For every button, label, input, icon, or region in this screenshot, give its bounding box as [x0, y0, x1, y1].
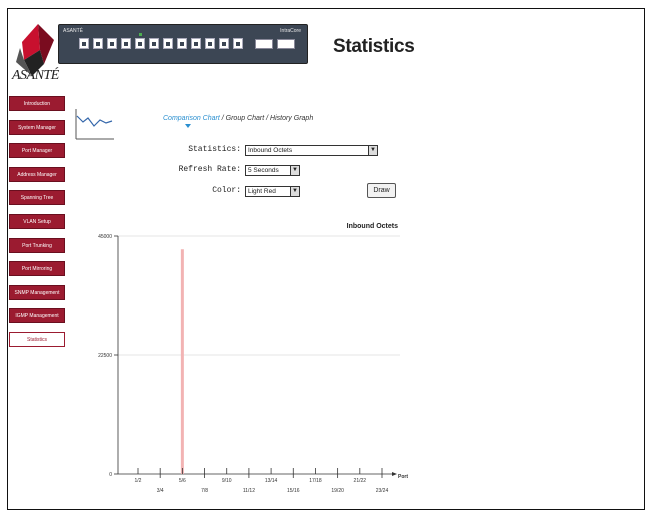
- switch-port: [233, 38, 243, 49]
- color-select[interactable]: Light Red ▼: [245, 186, 300, 197]
- uplink-port: [277, 39, 295, 49]
- sidebar-item-statistics[interactable]: Statistics: [9, 331, 65, 347]
- chevron-down-icon: ▼: [290, 166, 299, 175]
- sidebar-item-spanning-tree[interactable]: Spanning Tree: [9, 190, 65, 206]
- sidebar-item-vlan-setup[interactable]: VLAN Setup: [9, 213, 65, 229]
- switch-port: [93, 38, 103, 49]
- switch-port: [121, 38, 131, 49]
- uplink-port: [255, 39, 273, 49]
- switch-port: [177, 38, 187, 49]
- tab-history-graph[interactable]: History Graph: [270, 115, 313, 122]
- sidebar-nav: Introduction System Manager Port Manager Ad…: [9, 96, 67, 356]
- chevron-down-icon: ▼: [368, 146, 377, 155]
- sidebar-item-port-manager[interactable]: Port Manager: [9, 143, 65, 159]
- sidebar-item-system-manager[interactable]: System Manager: [9, 119, 65, 135]
- refresh-rate-select[interactable]: 5 Seconds ▼: [245, 165, 300, 176]
- logo-text: ASANTÉ: [12, 68, 59, 83]
- line-graph-icon[interactable]: [75, 108, 115, 140]
- switch-port: [219, 38, 229, 49]
- color-label: Color:: [212, 186, 241, 195]
- statistics-value: Inbound Octets: [248, 147, 293, 154]
- chevron-down-icon: ▼: [290, 187, 299, 196]
- port-led: [139, 33, 142, 36]
- tab-comparison-chart[interactable]: Comparison Chart: [163, 115, 220, 122]
- switch-brand: ASANTÉ: [63, 28, 84, 34]
- switch-port: [205, 38, 215, 49]
- switch-port: [149, 38, 159, 49]
- color-value: Light Red: [248, 188, 276, 195]
- page-title: Statistics: [333, 36, 415, 57]
- sidebar-item-address-manager[interactable]: Address Manager: [9, 166, 65, 182]
- switch-port: [163, 38, 173, 49]
- switch-port: [191, 38, 201, 49]
- switch-port: [107, 38, 117, 49]
- sidebar-item-introduction[interactable]: Introduction: [9, 96, 65, 111]
- refresh-label: Refresh Rate:: [178, 165, 241, 174]
- sidebar-item-igmp-management[interactable]: IGMP Management: [9, 308, 65, 324]
- chart-type-tabs: Comparison Chart / Group Chart / History…: [163, 115, 313, 122]
- tab-group-chart[interactable]: Group Chart: [226, 115, 265, 122]
- switch-model: IntraCore: [280, 28, 301, 34]
- switch-port: [79, 38, 89, 49]
- main-frame: [7, 8, 645, 510]
- statistics-select[interactable]: Inbound Octets ▼: [245, 145, 378, 156]
- switch-port: [135, 38, 145, 49]
- sidebar-item-port-mirroring[interactable]: Port Mirroring: [9, 261, 65, 277]
- refresh-value: 5 Seconds: [248, 167, 279, 174]
- draw-button[interactable]: Draw: [367, 183, 396, 198]
- active-tab-marker: [185, 124, 191, 128]
- sidebar-item-snmp-management[interactable]: SNMP Management: [9, 284, 65, 300]
- statistics-label: Statistics:: [188, 145, 241, 154]
- switch-front-panel: ASANTÉ IntraCore: [58, 24, 308, 64]
- sidebar-item-port-trunking[interactable]: Port Trunking: [9, 237, 65, 253]
